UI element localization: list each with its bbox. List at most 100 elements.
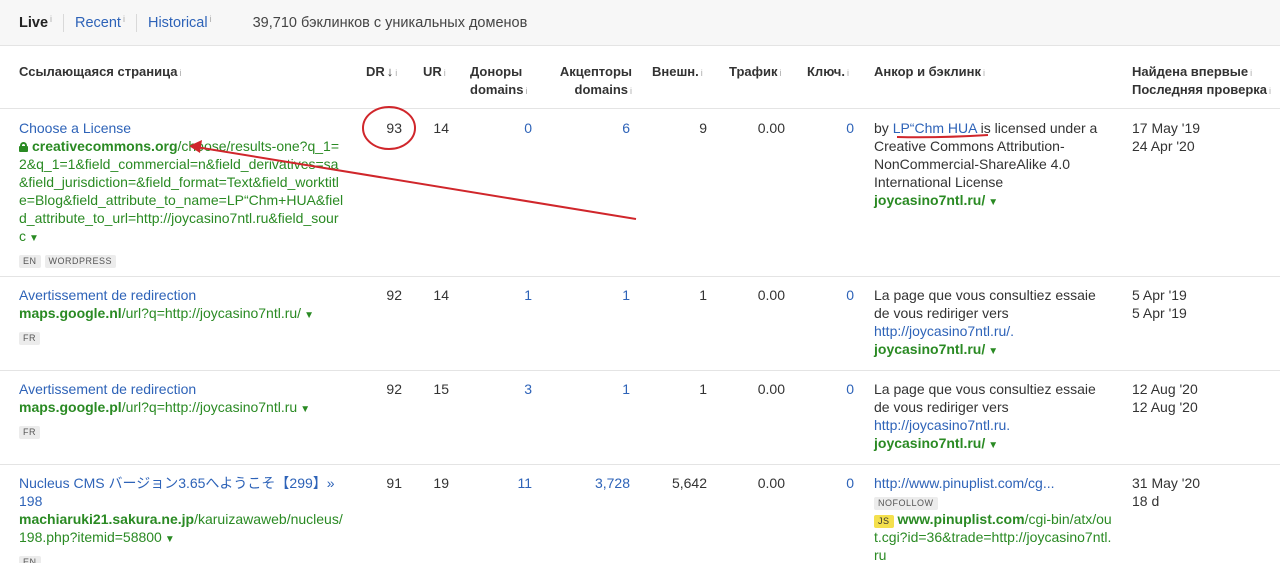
page-url-link[interactable]: maps.google.pl/url?q=http://joycasino7nt…: [19, 398, 345, 419]
first-seen: 12 Aug '20: [1132, 381, 1198, 397]
tab-label: Recent: [75, 14, 121, 31]
target-url-link[interactable]: joycasino7ntl.ru/▼: [874, 191, 1114, 212]
target-url-link[interactable]: joycasino7ntl.ru/▼: [874, 340, 1114, 361]
tab-label: Live: [19, 14, 49, 31]
caret-down-icon[interactable]: ▼: [300, 404, 310, 415]
page-title-link[interactable]: Avertissement de redirection: [19, 380, 345, 398]
keywords-value[interactable]: 0: [846, 286, 854, 304]
first-seen: 17 May '19: [1132, 120, 1201, 136]
traffic-value: 0.00: [757, 381, 785, 397]
donors-value[interactable]: 3: [524, 380, 532, 398]
sort-desc-icon: ↓: [386, 64, 394, 79]
table-row: Choose a License creativecommons.org/cho…: [0, 110, 1280, 277]
caret-down-icon[interactable]: ▼: [988, 440, 998, 451]
dr-value: 91: [386, 475, 402, 491]
dates-cell: 12 Aug '20 12 Aug '20: [1132, 380, 1198, 416]
anchor-link[interactable]: LP“Chm HUA: [893, 120, 977, 136]
caret-down-icon[interactable]: ▼: [304, 310, 314, 321]
js-badge: JS: [874, 515, 894, 528]
page-title-link[interactable]: Choose a License: [19, 119, 345, 137]
info-icon: i: [525, 86, 528, 96]
acceptors-value[interactable]: 3,728: [595, 474, 630, 492]
table-header: Ссылающаяся страница i DR ↓ i UR i Доноры dom…: [0, 46, 1280, 109]
target-url-link[interactable]: joycasino7ntl.ru/▼: [874, 434, 1114, 455]
dr-value: 92: [386, 287, 402, 303]
keywords-value[interactable]: 0: [846, 119, 854, 137]
page-url-link[interactable]: creativecommons.org/choose/results-one?q…: [19, 137, 345, 248]
keywords-value[interactable]: 0: [846, 380, 854, 398]
anchor-text: La page que vous consultiez essaie de vo…: [874, 381, 1096, 415]
referring-page-cell: Choose a License creativecommons.org/cho…: [19, 119, 345, 268]
external-value: 5,642: [671, 475, 707, 491]
tab-historical[interactable]: Historical i: [148, 14, 223, 32]
col-external[interactable]: Внешн. i: [652, 63, 703, 81]
dr-value: 93: [386, 120, 402, 136]
dates-cell: 5 Apr '19 5 Apr '19: [1132, 286, 1187, 322]
lang-badge: FR: [19, 426, 40, 439]
page-url-link[interactable]: machiaruki21.sakura.ne.jp/karuizawaweb/n…: [19, 510, 345, 549]
acceptors-value[interactable]: 6: [622, 119, 630, 137]
col-keywords[interactable]: Ключ. i: [807, 63, 849, 81]
dr-value: 92: [386, 381, 402, 397]
info-icon: i: [50, 13, 53, 24]
cms-badge: WORDPRESS: [44, 255, 117, 268]
ur-value: 14: [433, 120, 449, 136]
first-seen: 5 Apr '19: [1132, 287, 1187, 303]
col-anchor[interactable]: Анкор и бэклинк i: [874, 63, 985, 81]
anchor-cell: http://www.pinuplist.com/cg... NOFOLLOW …: [874, 474, 1114, 563]
caret-down-icon[interactable]: ▼: [988, 346, 998, 357]
col-dates[interactable]: Найдена впервые i Последняя проверка i: [1132, 63, 1271, 99]
col-ur[interactable]: UR i: [423, 63, 446, 81]
tab-label: Historical: [147, 14, 208, 31]
caret-down-icon[interactable]: ▼: [988, 197, 998, 208]
nofollow-badge: NOFOLLOW: [874, 497, 938, 510]
referring-page-cell: Avertissement de redirection maps.google…: [19, 286, 345, 345]
tab-live[interactable]: Live i: [19, 13, 65, 32]
last-check: 24 Apr '20: [1132, 138, 1195, 154]
tab-recent[interactable]: Recent i: [75, 13, 137, 32]
external-value: 1: [699, 287, 707, 303]
keywords-value[interactable]: 0: [846, 474, 854, 492]
table-row: Avertissement de redirection maps.google…: [0, 371, 1280, 465]
lang-badge: EN: [19, 255, 41, 268]
target-url-link[interactable]: JS www.pinuplist.com/cgi-bin/atx/out.cgi?…: [874, 510, 1114, 563]
lock-icon: [19, 142, 28, 152]
anchor-cell: La page que vous consultiez essaie de vo…: [874, 380, 1114, 455]
dates-cell: 31 May '20 18 d: [1132, 474, 1200, 510]
col-donors[interactable]: Доноры domains i: [470, 63, 527, 99]
lang-badge: FR: [19, 332, 40, 345]
acceptors-value[interactable]: 1: [622, 286, 630, 304]
info-icon: i: [700, 68, 703, 78]
anchor-url-link[interactable]: http://joycasino7ntl.ru/.: [874, 322, 1114, 340]
info-icon: i: [846, 68, 849, 78]
donors-value[interactable]: 1: [524, 286, 532, 304]
lang-badge: EN: [19, 556, 41, 563]
info-icon: i: [122, 13, 125, 24]
page-title-link[interactable]: Nucleus CMS バージョン3.65へようこそ【299】» 198: [19, 474, 345, 510]
page-url-link[interactable]: maps.google.nl/url?q=http://joycasino7nt…: [19, 304, 345, 325]
page-title-link[interactable]: Avertissement de redirection: [19, 286, 345, 304]
info-icon: i: [982, 68, 985, 78]
donors-value[interactable]: 0: [524, 119, 532, 137]
backlinks-summary: 39,710 бэклинков с уникальных доменов: [252, 14, 528, 31]
top-bar: Live i Recent i Historical i 39,710 бэклинк…: [0, 0, 1280, 46]
col-acceptors[interactable]: Акцепторы domains i: [560, 63, 632, 99]
ur-value: 19: [433, 475, 449, 491]
info-icon: i: [1250, 68, 1253, 78]
anchor-url-link[interactable]: http://joycasino7ntl.ru.: [874, 416, 1114, 434]
donors-value[interactable]: 11: [517, 474, 532, 492]
col-dr[interactable]: DR ↓ i: [366, 63, 397, 81]
caret-down-icon[interactable]: ▼: [29, 233, 39, 244]
col-referring-page[interactable]: Ссылающаяся страница i: [19, 63, 182, 81]
last-check: 18 d: [1132, 493, 1160, 509]
anchor-cell: La page que vous consultiez essaie de vo…: [874, 286, 1114, 361]
last-check: 5 Apr '19: [1132, 305, 1187, 321]
anchor-url-link[interactable]: http://www.pinuplist.com/cg...: [874, 474, 1114, 492]
ur-value: 14: [433, 287, 449, 303]
anchor-cell: by LP“Chm HUA is licensed under a Creati…: [874, 119, 1114, 212]
caret-down-icon[interactable]: ▼: [165, 534, 175, 545]
acceptors-value[interactable]: 1: [622, 380, 630, 398]
first-seen: 31 May '20: [1132, 475, 1201, 491]
col-traffic[interactable]: Трафик i: [729, 63, 782, 81]
traffic-value: 0.00: [757, 120, 785, 136]
